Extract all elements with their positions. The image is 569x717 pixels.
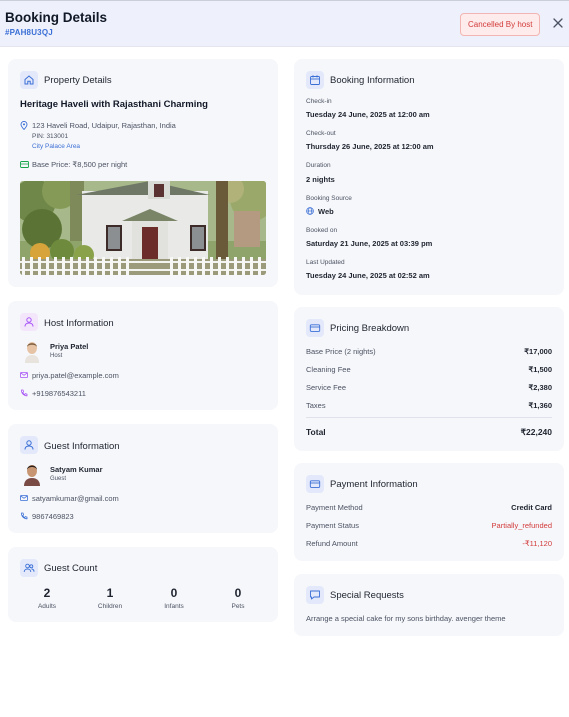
phone-icon xyxy=(21,512,28,520)
section-title: Guest Information xyxy=(44,441,120,452)
divider xyxy=(306,417,552,418)
pets-count: 0 xyxy=(234,586,242,600)
pricing-card: Pricing Breakdown Base Price (2 nights) … xyxy=(294,307,564,451)
payment-card: Payment Information Payment Method Credi… xyxy=(294,463,564,561)
user-icon xyxy=(20,436,38,454)
mail-icon xyxy=(20,372,28,378)
booking-id: #PAH8U3QJ xyxy=(5,28,53,37)
adults-count: 2 xyxy=(43,586,51,600)
special-request-text: Arrange a special cake for my sons birth… xyxy=(306,614,506,623)
property-pin: PIN: 313001 xyxy=(32,133,69,140)
users-icon xyxy=(20,559,38,577)
property-address: 123 Haveli Road, Udaipur, Rajasthan, Ind… xyxy=(32,121,176,130)
money-icon xyxy=(20,161,29,168)
source-value: Web xyxy=(318,207,334,216)
avatar xyxy=(22,462,42,486)
duration-value: 2 nights xyxy=(306,175,335,184)
mail-icon xyxy=(20,495,28,501)
section-title: Payment Information xyxy=(330,479,418,490)
message-icon xyxy=(306,586,324,604)
home-icon xyxy=(20,71,38,89)
children-count: 1 xyxy=(106,586,114,600)
refund-amount-label: Refund Amount xyxy=(306,539,358,548)
property-name: Heritage Haveli with Rajasthani Charming xyxy=(20,99,208,110)
user-icon xyxy=(20,313,38,331)
infants-label: Infants xyxy=(164,603,184,610)
guest-card: Guest Information Satyam Kumar Guest sat… xyxy=(8,424,278,533)
price-row-value: ₹17,000 xyxy=(524,347,552,356)
price-row-value: ₹1,500 xyxy=(528,365,552,374)
property-image xyxy=(20,181,266,275)
section-title: Pricing Breakdown xyxy=(330,323,410,334)
total-value: ₹22,240 xyxy=(520,427,552,437)
page-title: Booking Details xyxy=(5,10,108,25)
globe-icon xyxy=(306,207,314,215)
avatar xyxy=(22,339,42,363)
checkout-label: Check-out xyxy=(306,130,336,137)
host-card: Host Information Priya Patel Host priya.… xyxy=(8,301,278,410)
price-row-label: Service Fee xyxy=(306,383,347,392)
updated-label: Last Updated xyxy=(306,259,345,266)
adults-label: Adults xyxy=(37,603,57,610)
host-phone[interactable]: +919876543211 xyxy=(32,389,86,398)
booked-label: Booked on xyxy=(306,227,338,234)
guest-phone[interactable]: 9867469823 xyxy=(32,512,74,521)
section-title: Host Information xyxy=(44,318,114,329)
close-icon xyxy=(553,18,563,28)
payment-status-value: Partially_refunded xyxy=(491,521,552,530)
host-email[interactable]: priya.patel@example.com xyxy=(32,371,119,380)
checkin-label: Check-in xyxy=(306,98,332,105)
section-title: Booking Information xyxy=(330,75,415,86)
guest-role: Guest xyxy=(50,476,67,482)
payment-method-label: Payment Method xyxy=(306,503,363,512)
guest-count-card: Guest Count 2 Adults 1 Children 0 Infant… xyxy=(8,547,278,622)
price-row-label: Cleaning Fee xyxy=(306,365,351,374)
guest-email[interactable]: satyamkumar@gmail.com xyxy=(32,494,119,503)
checkout-value: Thursday 26 June, 2025 at 12:00 am xyxy=(306,142,434,151)
modal-header: Booking Details #PAH8U3QJ Cancelled By h… xyxy=(0,0,569,47)
special-requests-card: Special Requests Arrange a special cake … xyxy=(294,574,564,636)
refund-amount-value: -₹11,120 xyxy=(522,539,552,548)
close-button[interactable] xyxy=(551,16,565,30)
property-area: City Palace Area xyxy=(32,143,81,150)
source-label: Booking Source xyxy=(306,195,352,202)
payment-method-value: Credit Card xyxy=(511,503,552,512)
total-label: Total xyxy=(306,427,326,437)
section-title: Guest Count xyxy=(44,563,98,574)
price-row-label: Taxes xyxy=(306,401,326,410)
booking-card: Booking Information Check-in Tuesday 24 … xyxy=(294,59,564,295)
property-card: Property Details Heritage Haveli with Ra… xyxy=(8,59,278,287)
base-price: Base Price: ₹8,500 per night xyxy=(32,160,128,169)
price-row-label: Base Price (2 nights) xyxy=(306,347,376,356)
credit-card-icon xyxy=(306,475,324,493)
children-label: Children xyxy=(97,603,123,610)
updated-value: Tuesday 24 June, 2025 at 02:52 am xyxy=(306,271,430,280)
duration-label: Duration xyxy=(306,162,331,169)
section-title: Special Requests xyxy=(330,590,404,601)
infants-count: 0 xyxy=(170,586,178,600)
payment-status-label: Payment Status xyxy=(306,521,359,530)
host-name: Priya Patel xyxy=(50,342,89,351)
guest-name: Satyam Kumar xyxy=(50,465,103,474)
credit-card-icon xyxy=(306,319,324,337)
host-role: Host xyxy=(50,353,63,359)
calendar-icon xyxy=(306,71,324,89)
checkin-value: Tuesday 24 June, 2025 at 12:00 am xyxy=(306,110,430,119)
location-pin-icon xyxy=(20,121,28,130)
section-title: Property Details xyxy=(44,75,112,86)
price-row-value: ₹2,380 xyxy=(528,383,552,392)
status-badge: Cancelled By host xyxy=(460,13,541,36)
phone-icon xyxy=(21,389,28,397)
booked-value: Saturday 21 June, 2025 at 03:39 pm xyxy=(306,239,433,248)
price-row-value: ₹1,360 xyxy=(528,401,552,410)
pets-label: Pets xyxy=(231,603,245,610)
